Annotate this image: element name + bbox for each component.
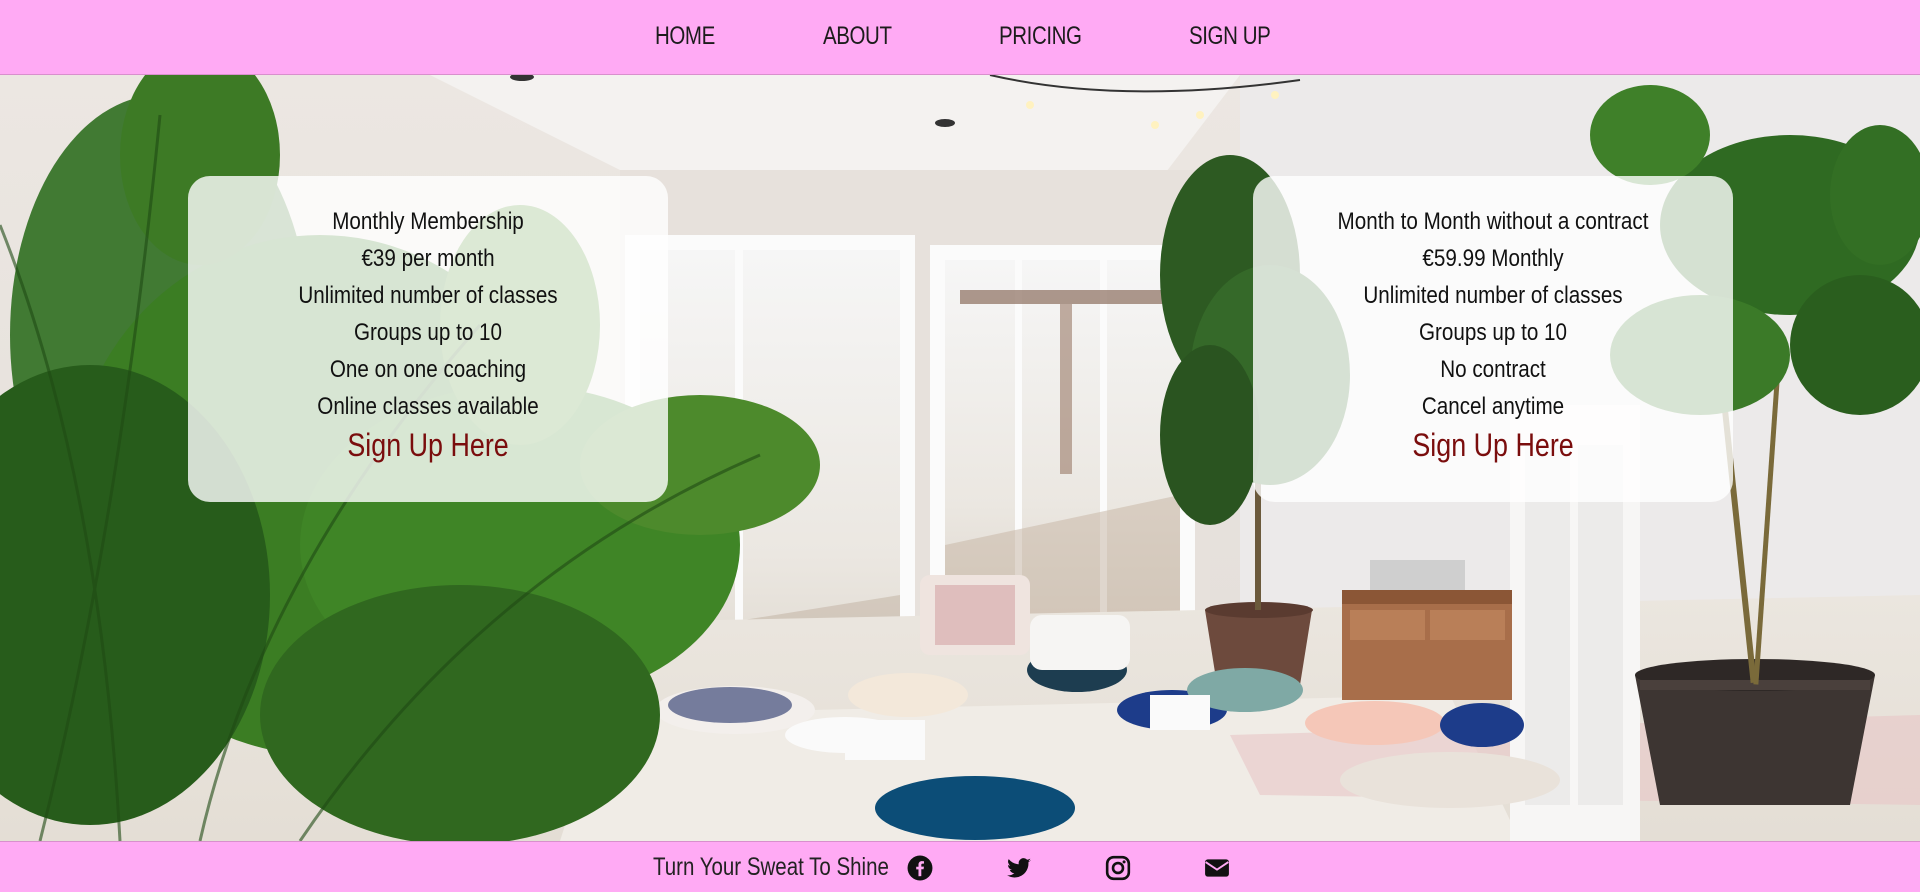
plan-feature: One on one coaching [329,356,527,383]
plan-feature: Unlimited number of classes [298,282,558,309]
nav-pricing-link[interactable]: PRICING [999,22,1082,51]
plan-feature: No contract [1440,356,1546,383]
footer-tagline: Turn Your Sweat To Shine [653,853,889,881]
sign-up-here-link[interactable]: Sign Up Here [1412,427,1573,464]
nav-home-link[interactable]: HOME [655,22,715,51]
plan-price: €39 per month [361,245,495,272]
pricing-card-monthly: Monthly Membership €39 per month Unlimit… [188,176,668,502]
plan-feature: Groups up to 10 [1418,319,1568,346]
plan-title: Monthly Membership [332,208,524,235]
footer: Turn Your Sweat To Shine [0,841,1920,892]
nav-signup-link[interactable]: SIGN UP [1189,22,1271,51]
envelope-icon[interactable] [1204,855,1230,881]
pricing-card-month-to-month: Month to Month without a contract €59.99… [1253,176,1733,502]
twitter-icon[interactable] [1006,855,1032,881]
plan-feature: Unlimited number of classes [1363,282,1623,309]
nav-about-link[interactable]: ABOUT [823,22,892,51]
plan-price: €59.99 Monthly [1422,245,1564,272]
plan-title: Month to Month without a contract [1337,208,1649,235]
plan-feature: Groups up to 10 [353,319,503,346]
top-navigation: HOME ABOUT PRICING SIGN UP [0,0,1920,75]
facebook-icon[interactable] [907,855,933,881]
instagram-icon[interactable] [1105,855,1131,881]
plan-feature: Cancel anytime [1421,393,1565,420]
hero-background-photo: Monthly Membership €39 per month Unlimit… [0,75,1920,841]
plan-feature: Online classes available [317,393,539,420]
sign-up-here-link[interactable]: Sign Up Here [347,427,508,464]
